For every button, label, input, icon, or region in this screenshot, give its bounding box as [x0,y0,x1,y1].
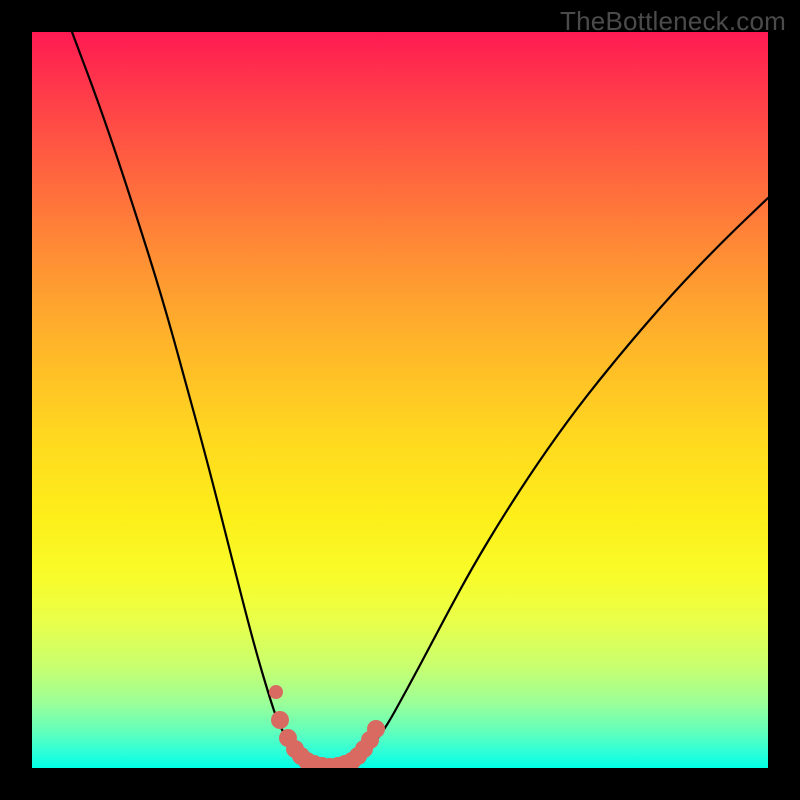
bottleneck-curve [72,32,768,765]
bottom-dot [367,720,385,738]
watermark-text: TheBottleneck.com [560,6,786,37]
isolated-dot [269,685,283,699]
bottom-dot [271,711,289,729]
chart-frame: TheBottleneck.com [0,0,800,800]
bottom-dots-group [271,711,385,768]
chart-svg [32,32,768,768]
plot-area [32,32,768,768]
